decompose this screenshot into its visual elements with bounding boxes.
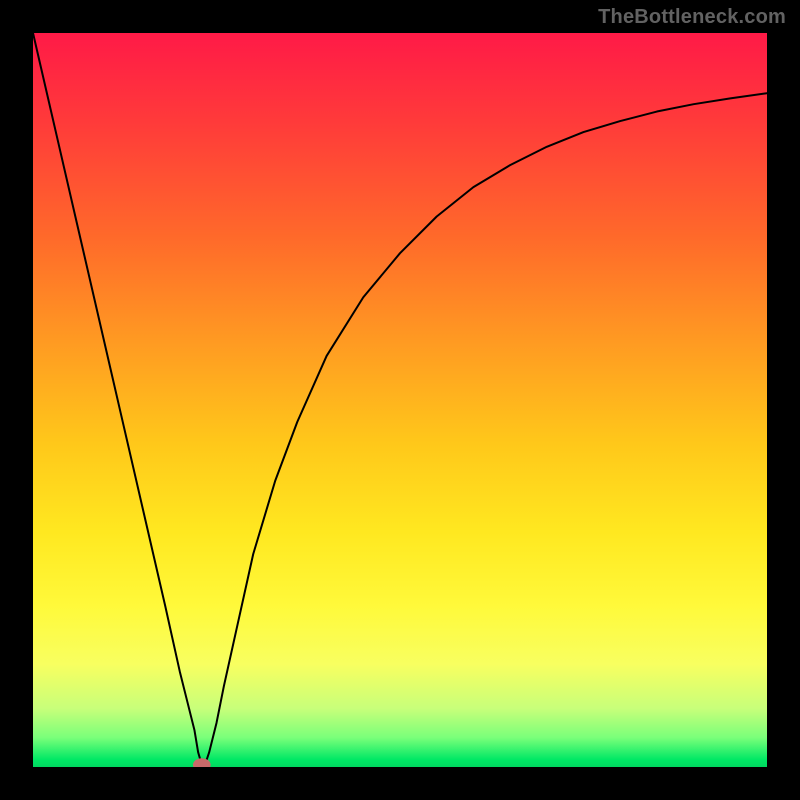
- attribution-label: TheBottleneck.com: [598, 6, 786, 29]
- bottleneck-curve: [33, 33, 767, 765]
- chart-frame: TheBottleneck.com: [0, 0, 800, 800]
- chart-svg: [33, 33, 767, 767]
- chart-plot-area: [33, 33, 767, 767]
- minimum-marker: [193, 758, 211, 767]
